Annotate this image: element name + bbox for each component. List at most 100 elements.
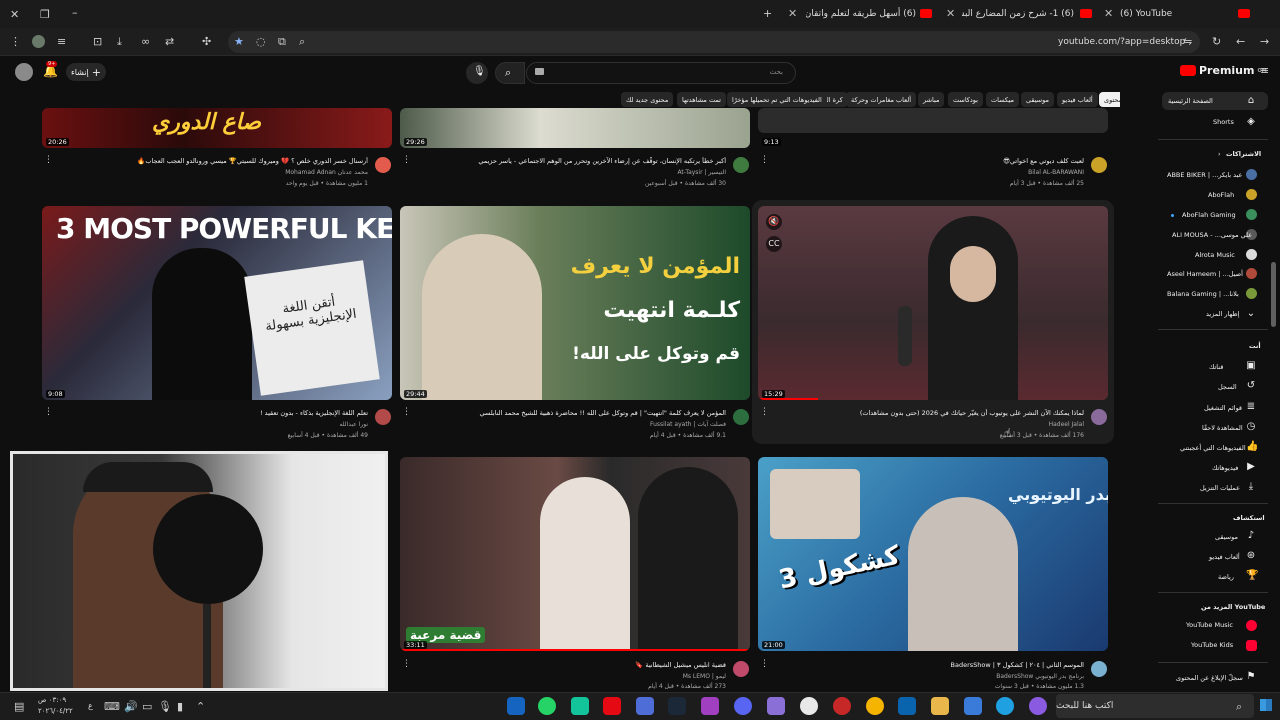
show-hidden-icons-icon[interactable]: ⌃ xyxy=(196,700,205,713)
avatar[interactable] xyxy=(15,63,33,81)
edge-icon[interactable] xyxy=(996,697,1014,715)
chip-action-adventure[interactable]: ألعاب مغامرات وحركة xyxy=(846,92,917,107)
mic-icon[interactable]: 🎙 xyxy=(158,700,172,713)
create-button[interactable]: إنشاء + xyxy=(66,63,106,81)
sidebar-sub[interactable]: Alrota Music xyxy=(1195,251,1235,259)
address-bar[interactable] xyxy=(228,31,1200,53)
sidebar-item-gaming[interactable]: ألعاب فيديو xyxy=(1209,553,1240,561)
sidebar-scrollbar[interactable] xyxy=(1271,262,1276,327)
sidebar-item-liked[interactable]: الفيديوهات التي أعجبتني xyxy=(1180,444,1246,452)
sidebar-item-history[interactable]: السجل xyxy=(1218,383,1237,391)
chip-new-to-you[interactable]: محتوى جديد لك xyxy=(621,92,674,107)
chrome-icon[interactable] xyxy=(866,697,884,715)
window-restore-icon[interactable]: ❐ xyxy=(40,8,50,21)
touch-keyboard-icon[interactable]: ⌨ xyxy=(104,700,120,713)
app-icon[interactable] xyxy=(767,697,785,715)
sidebar-item-youtube-kids[interactable]: YouTube Kids xyxy=(1191,641,1233,649)
guide-menu-icon[interactable]: ≡ xyxy=(1260,64,1269,77)
chip-mixes[interactable]: ميكسات xyxy=(986,92,1019,107)
sidebar-item-shorts[interactable]: Shorts xyxy=(1213,118,1234,126)
you-header[interactable]: أنت xyxy=(1249,342,1261,350)
sidebar-sub[interactable]: Balana Gaming | ...بلانا xyxy=(1167,290,1239,298)
video-title[interactable]: لماذا يمكنك الآن النشر على يوتيوب أن يغي… xyxy=(776,409,1084,417)
video-title[interactable]: لعبت كلف ديوتي مع اخواتي😎 xyxy=(776,157,1084,165)
sidebar-item-youtube-music[interactable]: YouTube Music xyxy=(1186,621,1233,629)
outlook-icon[interactable] xyxy=(898,697,916,715)
input-language[interactable]: ع xyxy=(88,701,93,710)
video-thumbnail[interactable] xyxy=(758,108,1108,133)
network-icon[interactable]: ▭ xyxy=(142,700,152,713)
chip-watched[interactable]: تمت مشاهدتها xyxy=(677,92,726,107)
defender-icon[interactable] xyxy=(507,697,525,715)
sidebar-item-downloads[interactable]: عمليات التنزيل xyxy=(1200,484,1240,492)
copilot-icon[interactable] xyxy=(1029,697,1047,715)
video-thumbnail[interactable] xyxy=(400,108,750,148)
window-minimize-icon[interactable]: – xyxy=(72,6,78,19)
playlist-icon[interactable]: ≡ xyxy=(57,35,66,48)
obs-icon[interactable] xyxy=(800,697,818,715)
taskbar-search-input[interactable]: اكتب هنا للبحث xyxy=(1056,694,1254,718)
browser-menu-icon[interactable]: ⋮ xyxy=(10,35,21,48)
more-actions-icon[interactable]: ⋮ xyxy=(402,659,411,669)
channel-avatar[interactable] xyxy=(1091,409,1107,425)
voice-search-button[interactable]: 🎙 xyxy=(466,62,488,84)
channel-name[interactable]: برنامج بدر اليوتيوبي BadersShow xyxy=(856,673,1084,680)
windows-start-icon[interactable] xyxy=(1260,699,1272,711)
channel-name[interactable]: محمد عدنان Mohamad Adnan xyxy=(140,169,368,176)
search-input[interactable]: بحث xyxy=(526,62,796,84)
video-thumbnail[interactable]: كشكول 3 بدر اليوتيوبي xyxy=(758,457,1108,651)
channel-name[interactable]: Hadeel Jalal xyxy=(856,421,1084,428)
sidebar-item-music[interactable]: موسيقى xyxy=(1215,533,1238,541)
clock-date[interactable]: ٢٠٢٦/٠٤/٢٢ xyxy=(38,707,73,715)
battery-icon[interactable]: ▮ xyxy=(177,700,183,713)
more-actions-icon[interactable]: ⋮ xyxy=(760,659,769,669)
channel-name[interactable]: التيسير | At-Taysir xyxy=(498,169,726,176)
tab-present-simple[interactable]: (6) 1- شرح زمن المضارع البسيط xyxy=(962,4,1074,24)
more-actions-icon[interactable]: ⋮ xyxy=(402,407,411,417)
sidebar-item-playlists[interactable]: قوائم التشغيل xyxy=(1204,404,1242,412)
video-preview[interactable]: 🔇 CC xyxy=(758,206,1108,400)
channel-name[interactable]: Bilal AL-BARAWANI xyxy=(856,169,1084,176)
video-title[interactable]: أرسنال خسر الدوري خلص ؟ 💔 وميروك للسيتي🏆… xyxy=(60,157,368,165)
new-tab-icon[interactable]: + xyxy=(763,7,772,20)
download-icon[interactable]: ⤓ xyxy=(117,35,122,49)
channel-avatar[interactable] xyxy=(733,157,749,173)
forward-icon[interactable]: → xyxy=(1260,35,1269,48)
sidebar-item-your-channel[interactable]: قناتك xyxy=(1209,363,1223,371)
chip-podcasts[interactable]: بودكاست xyxy=(948,92,983,107)
tab-learning[interactable]: (6) أسهل طريقه لتعلم واتقان قوا xyxy=(806,4,916,24)
eye-off-icon[interactable]: ◌ xyxy=(256,35,266,48)
sidebar-item-report-history[interactable]: سجلّ الإبلاغ عن المحتوى xyxy=(1176,674,1243,682)
bookmark-star-icon[interactable]: ★ xyxy=(234,35,244,48)
netflix-icon[interactable] xyxy=(603,697,621,715)
store-icon[interactable] xyxy=(964,697,982,715)
show-more-button[interactable]: إظهار المزيد xyxy=(1206,310,1240,318)
channel-name[interactable]: ليمو | Ms LEMO xyxy=(498,673,726,680)
search-icon[interactable]: ⌕ xyxy=(299,35,305,49)
chip-live[interactable]: مباشر xyxy=(918,92,945,107)
reload-icon[interactable]: ↻ xyxy=(1212,35,1221,48)
extensions-icon[interactable]: ✣ xyxy=(202,35,211,48)
video-title[interactable]: الموسم الثاني | ٢٠٤ | كشكول ٣ | BadersSh… xyxy=(776,661,1084,669)
channel-avatar[interactable] xyxy=(733,409,749,425)
video-title[interactable]: المؤمن لا يعرف كلمة "انتهيت" | قم وتوكل … xyxy=(418,409,726,417)
video-title[interactable]: أكبر خطأ يرتكبه الإنسان، توقّف عن إرضاء … xyxy=(418,157,726,165)
sidebar-sub[interactable]: ABBE BIKER | ...عبد بايكر xyxy=(1167,171,1242,179)
tab-youtube[interactable]: (6) YouTube xyxy=(1120,4,1220,24)
more-actions-icon[interactable]: ⋮ xyxy=(760,407,769,417)
discord-icon[interactable] xyxy=(734,697,752,715)
back-icon[interactable]: ← xyxy=(1236,35,1245,48)
file-explorer-icon[interactable] xyxy=(931,697,949,715)
subscriptions-header[interactable]: الاشتراكات xyxy=(1226,150,1261,158)
sidebar-sub[interactable]: AboFlah Gaming xyxy=(1182,211,1236,219)
sidebar-item-watch-later[interactable]: المشاهدة لاحقًا xyxy=(1202,424,1243,432)
steam-icon[interactable] xyxy=(668,697,686,715)
volume-icon[interactable]: 🔊 xyxy=(124,700,138,713)
more-actions-icon[interactable]: ⋮ xyxy=(402,155,411,165)
sidebar-sub[interactable]: Aseel Hameem | ...أصيل xyxy=(1167,270,1243,278)
more-actions-icon[interactable]: ⋮ xyxy=(760,155,769,165)
screenshot-icon[interactable]: ⊡ xyxy=(93,35,102,48)
tab-close-icon[interactable]: ✕ xyxy=(946,7,955,20)
channel-avatar[interactable] xyxy=(1091,661,1107,677)
chip-gaming[interactable]: ألعاب فيديو xyxy=(1057,92,1098,107)
